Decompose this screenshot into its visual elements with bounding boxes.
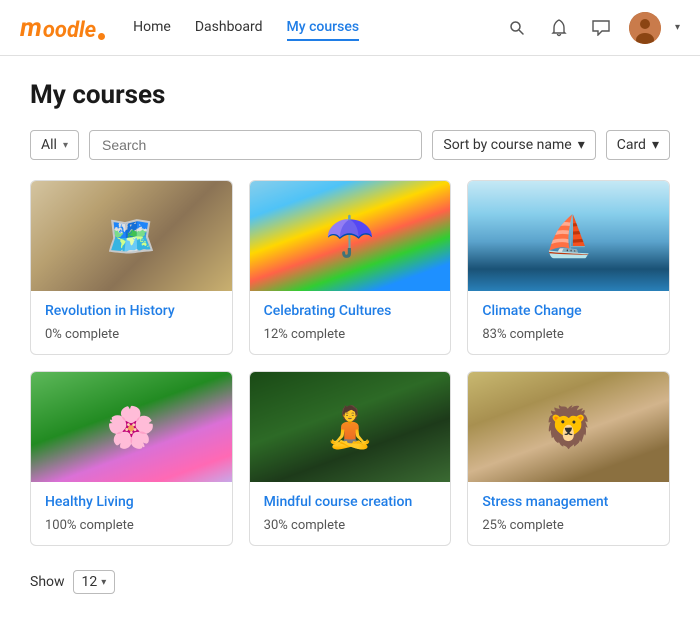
course-card[interactable]: ⛵ Climate Change 83% complete xyxy=(467,180,670,355)
header: m oodle Home Dashboard My courses ▾ xyxy=(0,0,700,56)
course-image: 🗺️ xyxy=(31,181,232,291)
course-card[interactable]: 🦁 Stress management 25% complete xyxy=(467,371,670,546)
show-count-chevron-icon: ▾ xyxy=(101,577,106,588)
card-chevron-icon: ▾ xyxy=(652,137,659,153)
all-filter-dropdown[interactable]: All ▾ xyxy=(30,130,79,160)
nav-my-courses[interactable]: My courses xyxy=(287,15,359,41)
course-progress: 100% complete xyxy=(45,518,218,533)
sort-label: Sort by course name xyxy=(443,137,571,153)
course-info: Stress management 25% complete xyxy=(468,482,669,545)
user-avatar[interactable] xyxy=(629,12,661,44)
course-progress: 12% complete xyxy=(264,327,437,342)
show-count-dropdown[interactable]: 12 ▾ xyxy=(73,570,116,594)
main-nav: Home Dashboard My courses xyxy=(133,15,503,41)
logo-letter-m: m xyxy=(20,13,42,43)
courses-grid: 🗺️Revolution in History0% complete☂️Cele… xyxy=(30,180,670,546)
search-icon[interactable] xyxy=(503,14,531,42)
search-input[interactable] xyxy=(102,137,409,153)
course-name[interactable]: Healthy Living xyxy=(45,494,218,510)
course-image: ☂️ xyxy=(250,181,451,291)
course-info: Healthy Living 100% complete xyxy=(31,482,232,545)
header-actions: ▾ xyxy=(503,12,680,44)
course-image: ⛵ xyxy=(468,181,669,291)
course-info: Climate Change 83% complete xyxy=(468,291,669,354)
nav-dashboard[interactable]: Dashboard xyxy=(195,15,263,41)
search-container xyxy=(89,130,422,160)
course-image: 🧘 xyxy=(250,372,451,482)
course-image: 🦁 xyxy=(468,372,669,482)
course-name[interactable]: Revolution in History xyxy=(45,303,218,319)
all-filter-chevron-icon: ▾ xyxy=(63,140,68,151)
course-image: 🌸 xyxy=(31,372,232,482)
avatar-chevron-icon: ▾ xyxy=(675,22,680,33)
card-view-dropdown[interactable]: Card ▾ xyxy=(606,130,670,160)
page-title: My courses xyxy=(30,80,670,110)
nav-home[interactable]: Home xyxy=(133,15,171,41)
moodle-logo: m oodle xyxy=(20,13,105,43)
sort-chevron-icon: ▾ xyxy=(578,137,585,153)
notifications-icon[interactable] xyxy=(545,14,573,42)
main-content: My courses All ▾ Sort by course name ▾ C… xyxy=(0,56,700,618)
course-info: Revolution in History 0% complete xyxy=(31,291,232,354)
course-name[interactable]: Celebrating Cultures xyxy=(264,303,437,319)
course-card[interactable]: ☂️ Celebrating Cultures 12% complete xyxy=(249,180,452,355)
show-label: Show xyxy=(30,574,65,590)
course-progress: 83% complete xyxy=(482,327,655,342)
show-count-value: 12 xyxy=(82,574,98,590)
course-card[interactable]: 🗺️ Revolution in History 0% complete xyxy=(30,180,233,355)
course-name[interactable]: Stress management xyxy=(482,494,655,510)
messages-icon[interactable] xyxy=(587,14,615,42)
course-name[interactable]: Mindful course creation xyxy=(264,494,437,510)
logo-dot-icon xyxy=(98,33,105,40)
course-card[interactable]: 🌸 Healthy Living 100% complete xyxy=(30,371,233,546)
course-info: Mindful course creation 30% complete xyxy=(250,482,451,545)
logo-letter-rest: oodle xyxy=(43,18,96,43)
show-bar: Show 12 ▾ xyxy=(30,570,670,594)
course-info: Celebrating Cultures 12% complete xyxy=(250,291,451,354)
sort-dropdown[interactable]: Sort by course name ▾ xyxy=(432,130,595,160)
course-progress: 0% complete xyxy=(45,327,218,342)
course-progress: 25% complete xyxy=(482,518,655,533)
course-name[interactable]: Climate Change xyxy=(482,303,655,319)
course-card[interactable]: 🧘 Mindful course creation 30% complete xyxy=(249,371,452,546)
course-progress: 30% complete xyxy=(264,518,437,533)
all-filter-label: All xyxy=(41,137,57,153)
card-label: Card xyxy=(617,137,646,153)
filters-bar: All ▾ Sort by course name ▾ Card ▾ xyxy=(30,130,670,160)
